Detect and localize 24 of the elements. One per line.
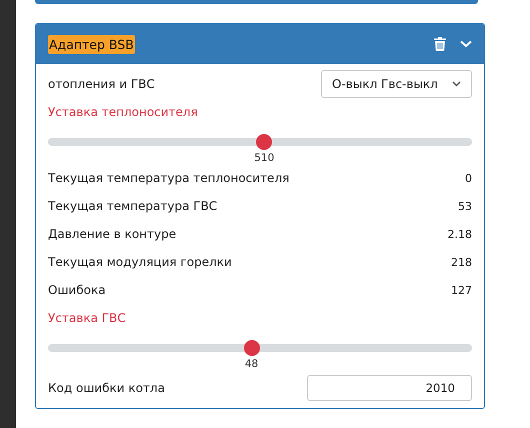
mode-select[interactable]: О-выкл Гвс-выкл	[321, 70, 472, 98]
sensor-label: Ошибока	[48, 283, 106, 297]
sensor-label: Текущая температура теплоносителя	[48, 171, 290, 185]
field-label: отопления и ГВС	[48, 77, 155, 91]
slider-thumb[interactable]	[244, 340, 260, 356]
sensor-label: Давление в контуре	[48, 227, 176, 241]
sensor-value: 2.18	[448, 228, 472, 240]
slider-reading: 48	[244, 358, 258, 370]
sensor-label: Текущая модуляция горелки	[48, 255, 232, 269]
card-title: Адаптер BSB	[48, 34, 135, 54]
trash-icon[interactable]	[434, 37, 446, 51]
sensor-value: 218	[451, 256, 472, 268]
slider-reading: 510	[254, 152, 274, 164]
sensor-value: 53	[458, 200, 472, 212]
chevron-down-icon	[452, 81, 461, 87]
setpoint-label: Уставка теплоносителя	[48, 105, 198, 119]
sensor-label: Текущая температура ГВС	[48, 199, 218, 213]
chevron-down-icon[interactable]	[460, 40, 472, 48]
slider-thumb[interactable]	[256, 134, 272, 150]
field-label: Код ошибки котла	[48, 381, 165, 395]
error-code-field[interactable]: 2010	[307, 375, 472, 401]
setpoint-label: Уставка ГВС	[48, 311, 126, 325]
sensor-value: 0	[465, 172, 472, 184]
sensor-value: 127	[451, 284, 472, 296]
